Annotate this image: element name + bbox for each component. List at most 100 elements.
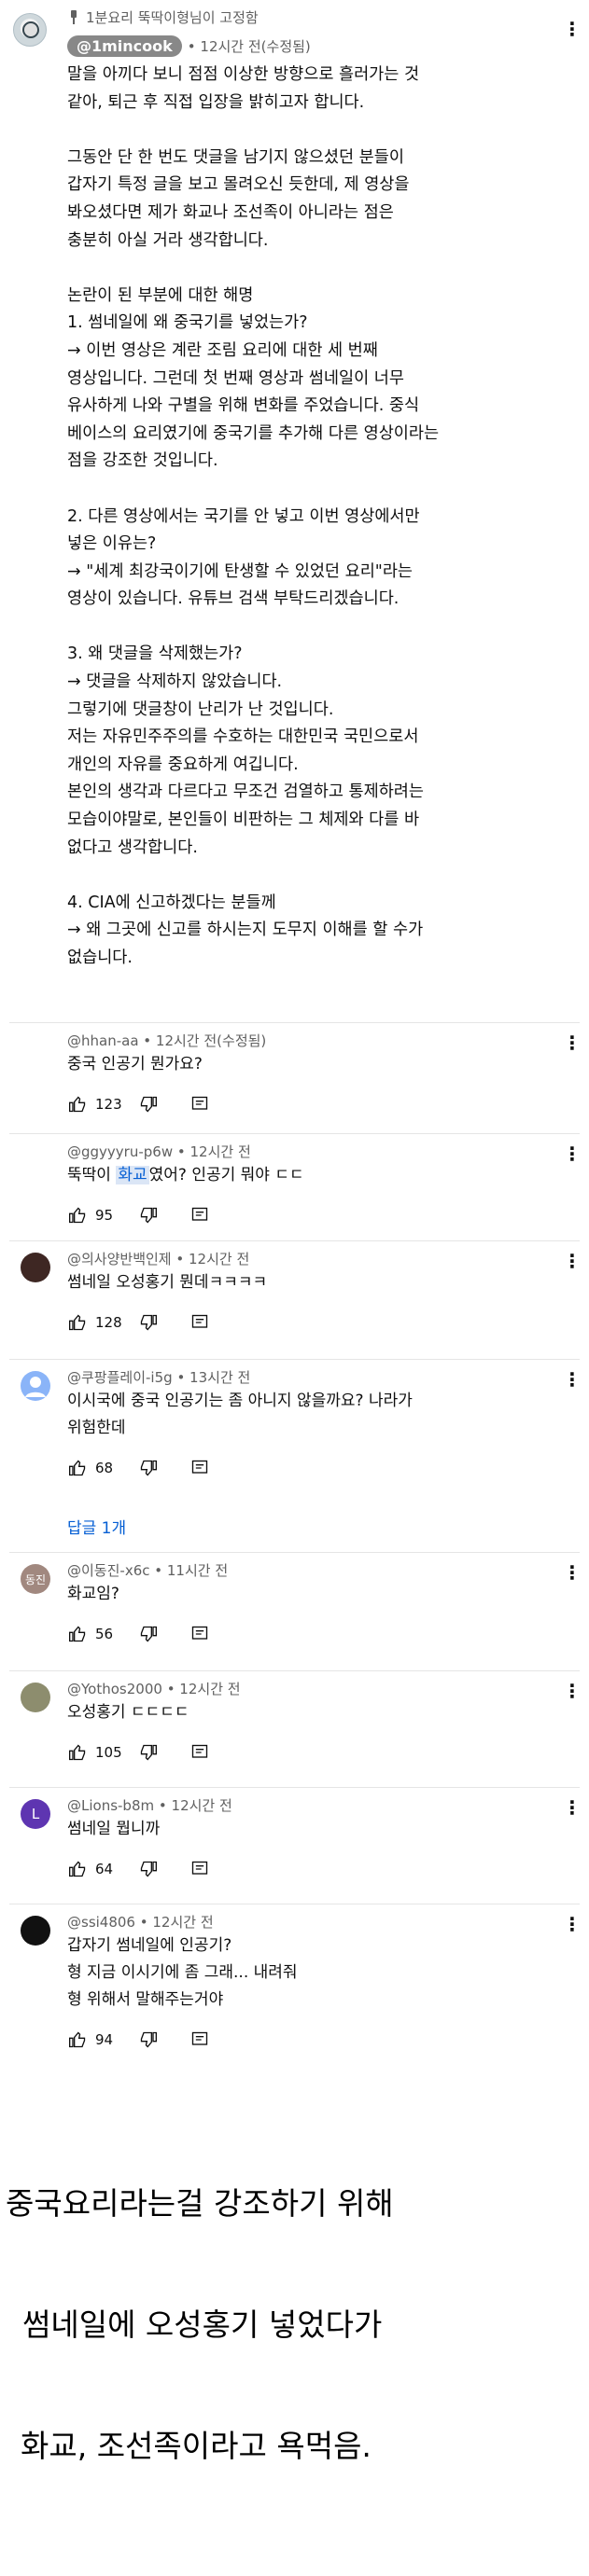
reply-icon[interactable]: [190, 1743, 209, 1762]
reply-icon[interactable]: [190, 1206, 209, 1225]
dislike-button[interactable]: [138, 2030, 159, 2049]
comment-handle[interactable]: @ggyyyru-p6w: [67, 1143, 173, 1160]
comment-item: @의사양반백인제 • 12시간 전 썸네일 오성홍기 뭔데ㅋㅋㅋㅋ 128: [0, 1241, 589, 1359]
more-options-icon[interactable]: [563, 1913, 582, 1935]
reply-icon[interactable]: [190, 1313, 209, 1332]
comment-header: @의사양반백인제 • 12시간 전: [67, 1241, 568, 1269]
thumbs-up-icon: [67, 1743, 88, 1762]
like-button[interactable]: 123: [67, 1095, 127, 1114]
like-count: 94: [95, 2031, 114, 2048]
comment-actions: 64: [67, 1849, 568, 1890]
reply-icon[interactable]: [190, 1625, 209, 1643]
like-button[interactable]: 95: [67, 1206, 127, 1225]
thumbs-up-icon: [67, 1095, 88, 1114]
more-options-icon[interactable]: [563, 1250, 582, 1272]
pin-icon: [67, 8, 80, 25]
more-options-icon[interactable]: [563, 1032, 582, 1054]
thumbs-down-icon: [138, 2030, 159, 2049]
comment-handle[interactable]: @이동진-x6c: [67, 1562, 149, 1579]
dislike-button[interactable]: [138, 1313, 159, 1332]
thumbs-down-icon: [138, 1743, 159, 1762]
comment-actions: 95: [67, 1195, 568, 1236]
pinned-label: 1분요리 뚝딱이형님이 고정함: [67, 6, 568, 28]
comment-text: 오성홍기 ㄷㄷㄷㄷ: [67, 1703, 189, 1722]
pinned-by-text: 1분요리 뚝딱이형님이 고정함: [86, 8, 259, 26]
comment-timestamp: • 12시간 전: [176, 1143, 251, 1160]
comment-header: @쿠팡플레이-i5g • 13시간 전: [67, 1360, 568, 1388]
comment-handle[interactable]: @의사양반백인제: [67, 1251, 172, 1267]
like-count: 123: [95, 1096, 122, 1113]
comment-handle[interactable]: @Lions-b8m: [67, 1797, 154, 1814]
comment-timestamp: • 12시간 전(수정됨): [187, 37, 311, 55]
like-button[interactable]: 68: [67, 1459, 127, 1477]
avatar[interactable]: 동진: [21, 1564, 50, 1594]
avatar[interactable]: [21, 1683, 50, 1712]
like-button[interactable]: 64: [67, 1860, 127, 1878]
channel-avatar[interactable]: [13, 13, 47, 47]
comment-text: 중국 인공기 뭔가요?: [67, 1055, 203, 1073]
dislike-button[interactable]: [138, 1459, 159, 1477]
more-options-icon[interactable]: [563, 1143, 582, 1165]
avatar[interactable]: [21, 1916, 50, 1946]
avatar[interactable]: g: [21, 1145, 50, 1175]
comment-header: @이동진-x6c • 11시간 전: [67, 1553, 568, 1581]
owner-handle-chip[interactable]: @1mincook: [67, 35, 182, 57]
comment-handle[interactable]: @hhan-aa: [67, 1032, 139, 1049]
like-count: 64: [95, 1861, 114, 1877]
comment-header: @Yothos2000 • 12시간 전: [67, 1671, 568, 1699]
comment-item: @쿠팡플레이-i5g • 13시간 전 이시국에 중국 인공기는 좀 아니지 않…: [0, 1360, 589, 1505]
comment-handle[interactable]: @ssi4806: [67, 1914, 135, 1931]
comment-item: @hhan-aa • 12시간 전(수정됨) 중국 인공기 뭔가요? 123: [0, 1023, 589, 1133]
thumbs-down-icon: [138, 1625, 159, 1643]
like-button[interactable]: 128: [67, 1313, 127, 1332]
caption-line-1: 중국요리라는걸 강조하기 위해: [6, 2185, 394, 2222]
thumbs-down-icon: [138, 1313, 159, 1332]
dislike-button[interactable]: [138, 1625, 159, 1643]
default-user-icon: [25, 1377, 46, 1397]
comment-item: 동진 @이동진-x6c • 11시간 전 화교임? 56: [0, 1553, 589, 1670]
avatar[interactable]: [21, 1253, 50, 1282]
comment-handle[interactable]: @쿠팡플레이-i5g: [67, 1369, 173, 1386]
avatar[interactable]: [21, 1371, 50, 1401]
comment-item: @ssi4806 • 12시간 전 갑자기 썸네일에 인공기? 형 지금 이시기…: [0, 1904, 589, 2080]
reply-icon[interactable]: [190, 1459, 209, 1477]
reply-icon[interactable]: [190, 1095, 209, 1114]
comment-item: @Yothos2000 • 12시간 전 오성홍기 ㄷㄷㄷㄷ 105: [0, 1671, 589, 1787]
caption-line-2: 썸네일에 오성홍기 넣었다가: [22, 2306, 383, 2343]
comment-timestamp: • 12시간 전(수정됨): [143, 1032, 267, 1049]
thumbs-up-icon: [67, 2030, 88, 2049]
comment-text: 뚝딱이 화교 였어? 인공기 뭐야 ㄷㄷ: [67, 1162, 568, 1189]
comment-timestamp: • 12시간 전: [158, 1797, 232, 1814]
comment-header: @hhan-aa • 12시간 전(수정됨): [67, 1023, 568, 1051]
more-options-icon[interactable]: [563, 1680, 582, 1702]
like-button[interactable]: 94: [67, 2030, 127, 2049]
comment-handle[interactable]: @Yothos2000: [67, 1681, 162, 1697]
thumbs-up-icon: [67, 1313, 88, 1332]
avatar-letter: g: [31, 1152, 40, 1169]
comment-item: g @ggyyyru-p6w • 12시간 전 뚝딱이 화교였어? 인공기 뭐야…: [0, 1134, 589, 1240]
more-options-icon[interactable]: [563, 1561, 582, 1584]
comment-actions: 123: [67, 1084, 568, 1125]
highlighted-word: 화교: [116, 1166, 149, 1184]
avatar[interactable]: L: [21, 1799, 50, 1829]
dislike-button[interactable]: [138, 1860, 159, 1878]
dislike-button[interactable]: [138, 1743, 159, 1762]
comment-actions: 128: [67, 1302, 568, 1343]
comment-timestamp: • 11시간 전: [154, 1562, 229, 1579]
reply-icon[interactable]: [190, 1860, 209, 1878]
more-options-icon[interactable]: [563, 1796, 582, 1819]
reply-icon[interactable]: [190, 2030, 209, 2049]
comment-text: 썸네일 오성홍기 뭔데ㅋㅋㅋㅋ: [67, 1273, 268, 1292]
thumbs-down-icon: [138, 1860, 159, 1878]
comment-text-part: 였어? 인공기 뭐야 ㄷㄷ: [148, 1166, 304, 1184]
like-button[interactable]: 105: [67, 1743, 127, 1762]
dislike-button[interactable]: [138, 1206, 159, 1225]
like-button[interactable]: 56: [67, 1625, 127, 1643]
view-replies-link[interactable]: 답글 1개: [0, 1505, 589, 1552]
avatar-letter: L: [31, 1806, 40, 1822]
dislike-button[interactable]: [138, 1095, 159, 1114]
more-options-icon[interactable]: [563, 1368, 582, 1391]
comment-actions: 68: [67, 1447, 568, 1489]
more-options-icon[interactable]: [563, 18, 582, 40]
comment-item: L @Lions-b8m • 12시간 전 썸네일 뭡니까 64: [0, 1788, 589, 1904]
